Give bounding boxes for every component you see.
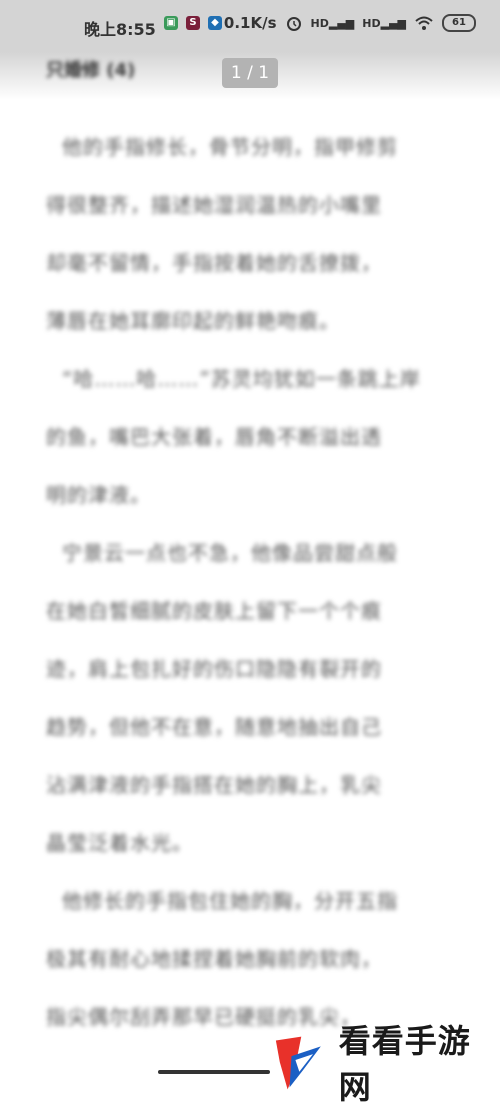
text-line: 得很整齐，描述她湿润温热的小嘴里 [46, 193, 382, 217]
signal-icon-1: HD▂▄▆ [310, 16, 355, 30]
watermark-text: 看看手游网 [338, 1022, 471, 1106]
text-line: 晶莹泛着水光。 [46, 831, 193, 855]
status-bar: 晚上8:55 ▣ S ◆ 0.1K/s HD▂▄▆ HD▂▄▆ 61 [0, 0, 500, 52]
text-line: 沾满津液的手指搭在她的胸上，乳尖 [46, 773, 382, 797]
home-indicator[interactable] [158, 1070, 270, 1074]
site-watermark: 看看手游网 [270, 1016, 500, 1108]
text-line: 明的津液。 [46, 483, 151, 507]
shield-app-icon: ◆ [208, 16, 222, 30]
chapter-title: 只婚修 (4) [46, 60, 136, 81]
reader-content: 他的手指修长，骨节分明，指甲修剪 得很整齐，描述她湿润温热的小嘴里 却毫不留情，… [46, 118, 456, 1046]
text-line: 宁景云一点也不急，他像品尝甜点般 [62, 541, 398, 565]
text-line: 的鱼，嘴巴大张着，唇角不断溢出透 [46, 425, 382, 449]
signal-icon-2: HD▂▄▆ [362, 16, 406, 30]
net-speed: 0.1K/s [223, 14, 277, 32]
alarm-icon [286, 17, 301, 31]
text-line: 趋势，但他不在意，随意地抽出自己 [46, 715, 382, 739]
page-indicator[interactable]: 1 / 1 [222, 58, 278, 88]
text-line: 薄唇在她耳廓印起的鲜艳吻痕。 [46, 309, 340, 333]
status-indicators: 0.1K/s HD▂▄▆ HD▂▄▆ 61 [224, 14, 476, 32]
text-line: 却毫不留情，手指按着她的舌撩拨， [46, 251, 382, 275]
battery-icon: 61 [442, 14, 476, 32]
gallery-app-icon: ▣ [164, 16, 178, 30]
text-line: 在她白皙细腻的皮肤上留下一个个痕 [46, 599, 382, 623]
text-line: 他修长的手指包住她的胸，分开五指 [62, 889, 398, 913]
site-logo-icon [275, 1036, 321, 1090]
text-line: “哈……哈……”苏灵均犹如一条跳上岸 [62, 367, 421, 391]
s-app-icon: S [186, 16, 200, 30]
status-time: 晚上8:55 [84, 20, 156, 39]
text-line: 极其有耐心地揉捏着她胸前的软肉， [46, 947, 382, 971]
text-line: 他的手指修长，骨节分明，指甲修剪 [62, 135, 398, 159]
wifi-icon [415, 16, 433, 30]
text-line: 迹，肩上包扎好的伤口隐隐有裂开的 [46, 657, 382, 681]
notification-icons: ▣ S ◆ [164, 16, 222, 30]
reader-header: 只婚修 (4) 1 / 1 [0, 52, 500, 100]
